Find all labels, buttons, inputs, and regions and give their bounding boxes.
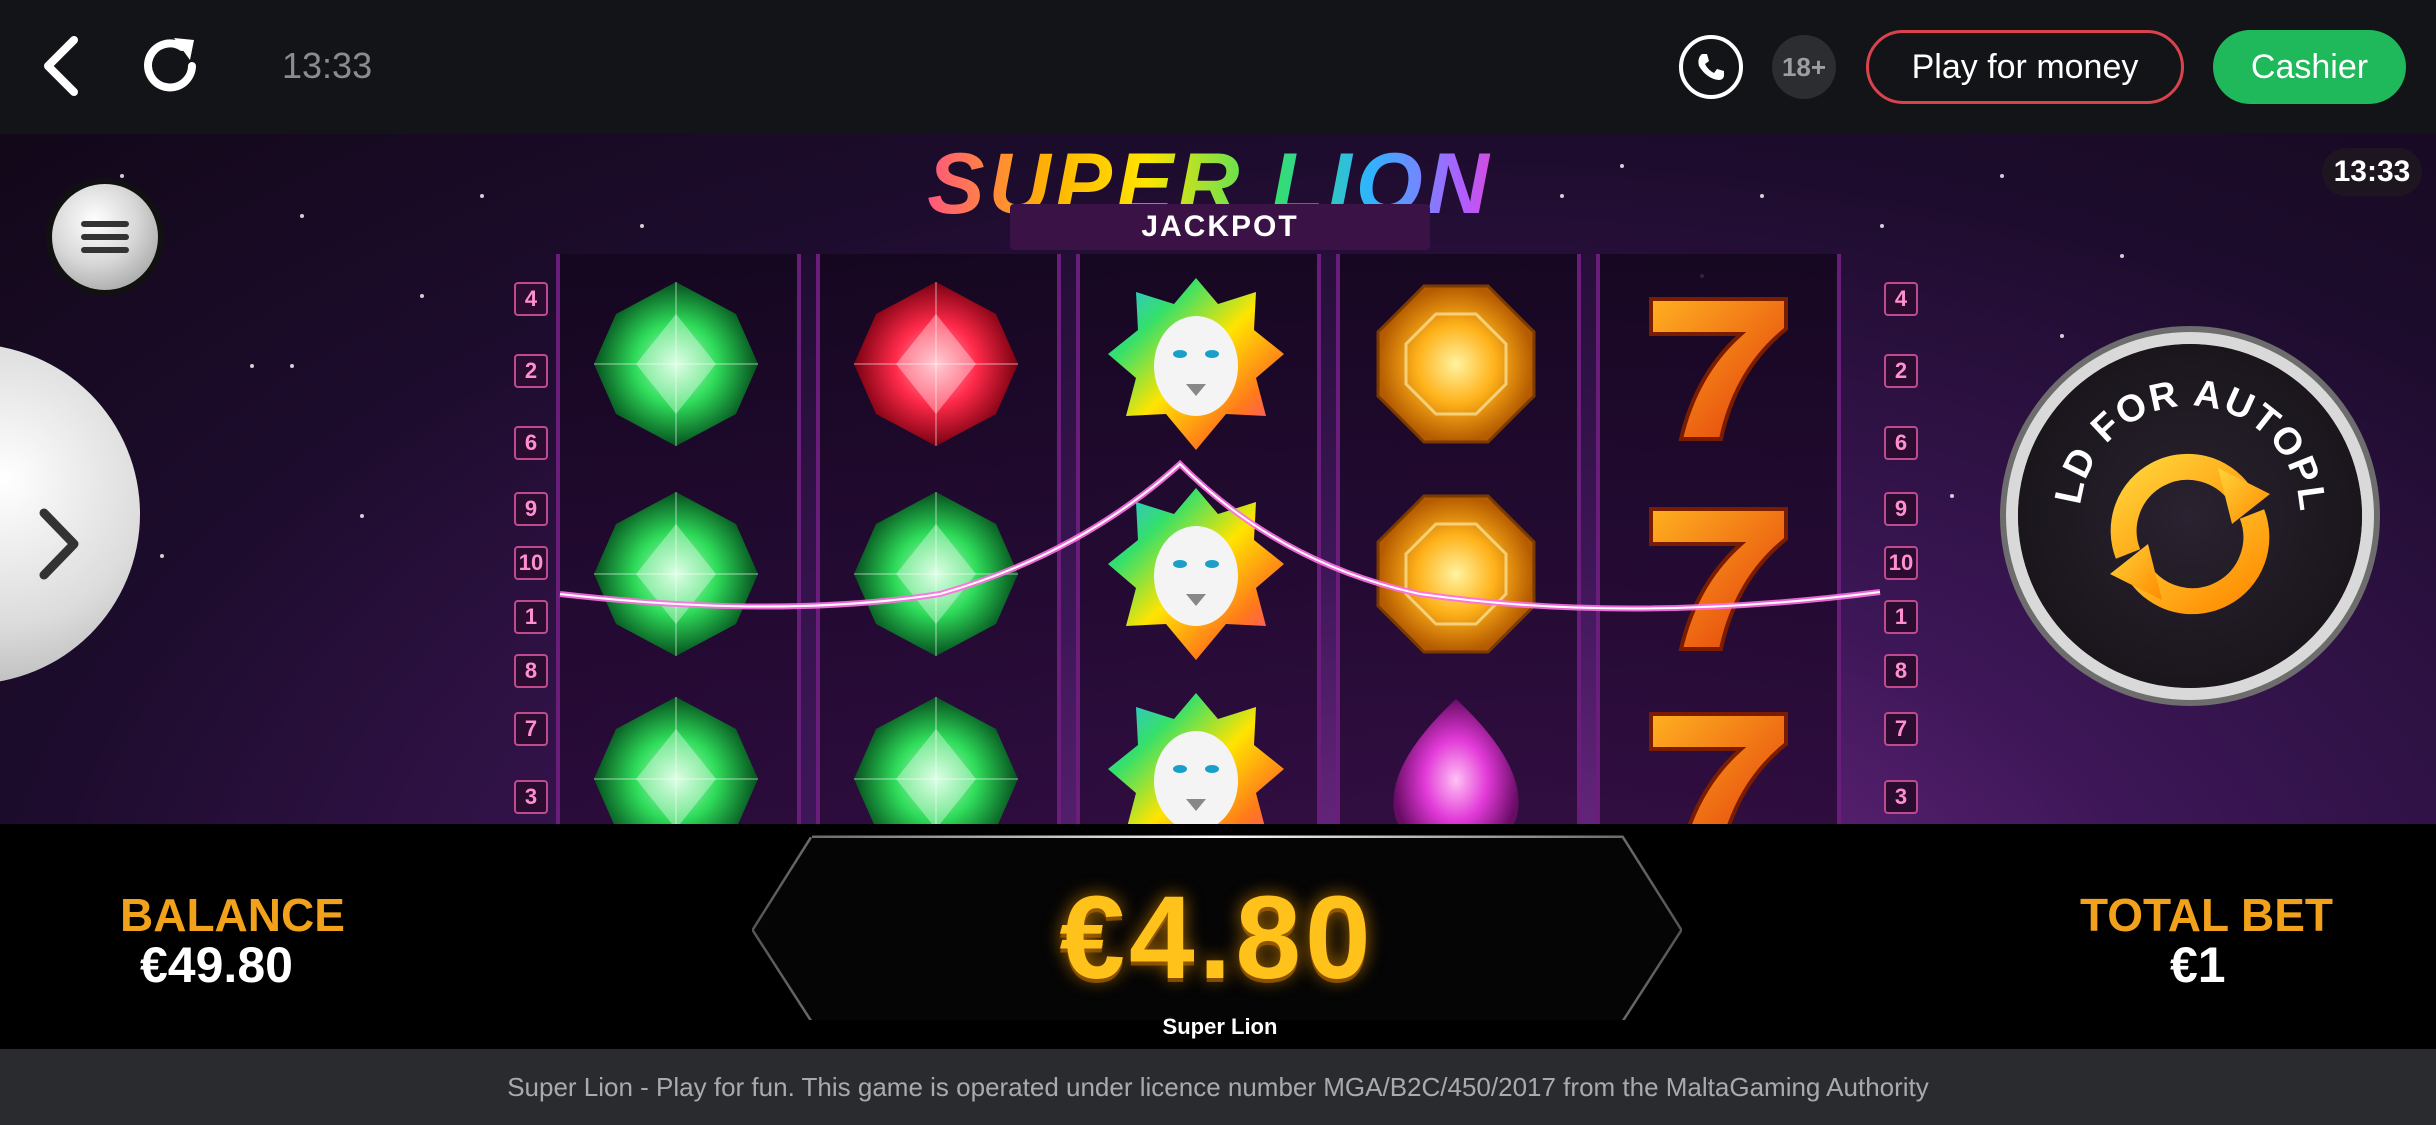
balance-label: BALANCE xyxy=(120,889,345,941)
star xyxy=(1620,164,1624,168)
autoplay-button[interactable]: HOLD FOR AUTOPLAY xyxy=(2018,344,2362,688)
top-bar: 13:33 18+ Play for money Cashier xyxy=(0,0,2436,134)
star xyxy=(420,294,424,298)
hamburger-icon xyxy=(81,214,129,260)
in-game-clock: 13:33 xyxy=(2322,148,2422,196)
star xyxy=(250,364,254,368)
clock-time: 13:33 xyxy=(282,45,373,86)
balance-value: €49.80 xyxy=(140,937,293,993)
svg-text:HOLD FOR AUTOPLAY: HOLD FOR AUTOPLAY xyxy=(2018,344,2333,515)
win-amount: €4.80 xyxy=(1059,872,1375,1004)
star xyxy=(120,174,124,178)
game-menu-button[interactable] xyxy=(52,184,158,290)
play-for-money-button[interactable]: Play for money xyxy=(1866,30,2184,104)
star xyxy=(360,514,364,518)
age-restriction-badge: 18+ xyxy=(1772,35,1836,99)
star xyxy=(1880,224,1884,228)
reel-area: 4 2 6 9 10 1 8 7 3 4 2 6 9 10 1 8 7 3 xyxy=(514,254,1920,824)
star xyxy=(640,224,644,228)
star xyxy=(2120,254,2124,258)
total-bet-value[interactable]: €1 xyxy=(2170,936,2226,994)
autoplay-label: HOLD FOR AUTOPLAY xyxy=(2018,344,2331,515)
star xyxy=(290,364,294,368)
star xyxy=(300,214,304,218)
star xyxy=(1950,494,1954,498)
star xyxy=(1560,194,1564,198)
star xyxy=(160,554,164,558)
star xyxy=(2000,174,2004,178)
phone-icon[interactable] xyxy=(1679,35,1743,99)
winning-payline xyxy=(559,459,1881,612)
cashier-button[interactable]: Cashier xyxy=(2213,30,2406,104)
star xyxy=(480,194,484,198)
star xyxy=(1760,194,1764,198)
total-bet-label: TOTAL BET xyxy=(2080,889,2333,941)
logo-subtitle: JACKPOT xyxy=(1010,204,1430,250)
game-name-label: Super Lion xyxy=(1162,1014,1278,1039)
bottom-panel: BALANCE €49.80 €4.80 Super Lion TOTAL BE… xyxy=(0,824,2436,1049)
star xyxy=(2060,334,2064,338)
game-logo: SUPER LION JACKPOT xyxy=(890,141,1530,254)
refresh-icon[interactable] xyxy=(136,30,208,102)
game-canvas[interactable]: SUPER LION JACKPOT 13:33 HOLD FOR AUTOPL… xyxy=(0,134,2436,824)
license-footer: Super Lion - Play for fun. This game is … xyxy=(0,1049,2436,1125)
back-icon[interactable] xyxy=(30,30,102,102)
autoplay-icon xyxy=(2110,453,2270,615)
chevron-right-icon[interactable] xyxy=(30,499,90,589)
